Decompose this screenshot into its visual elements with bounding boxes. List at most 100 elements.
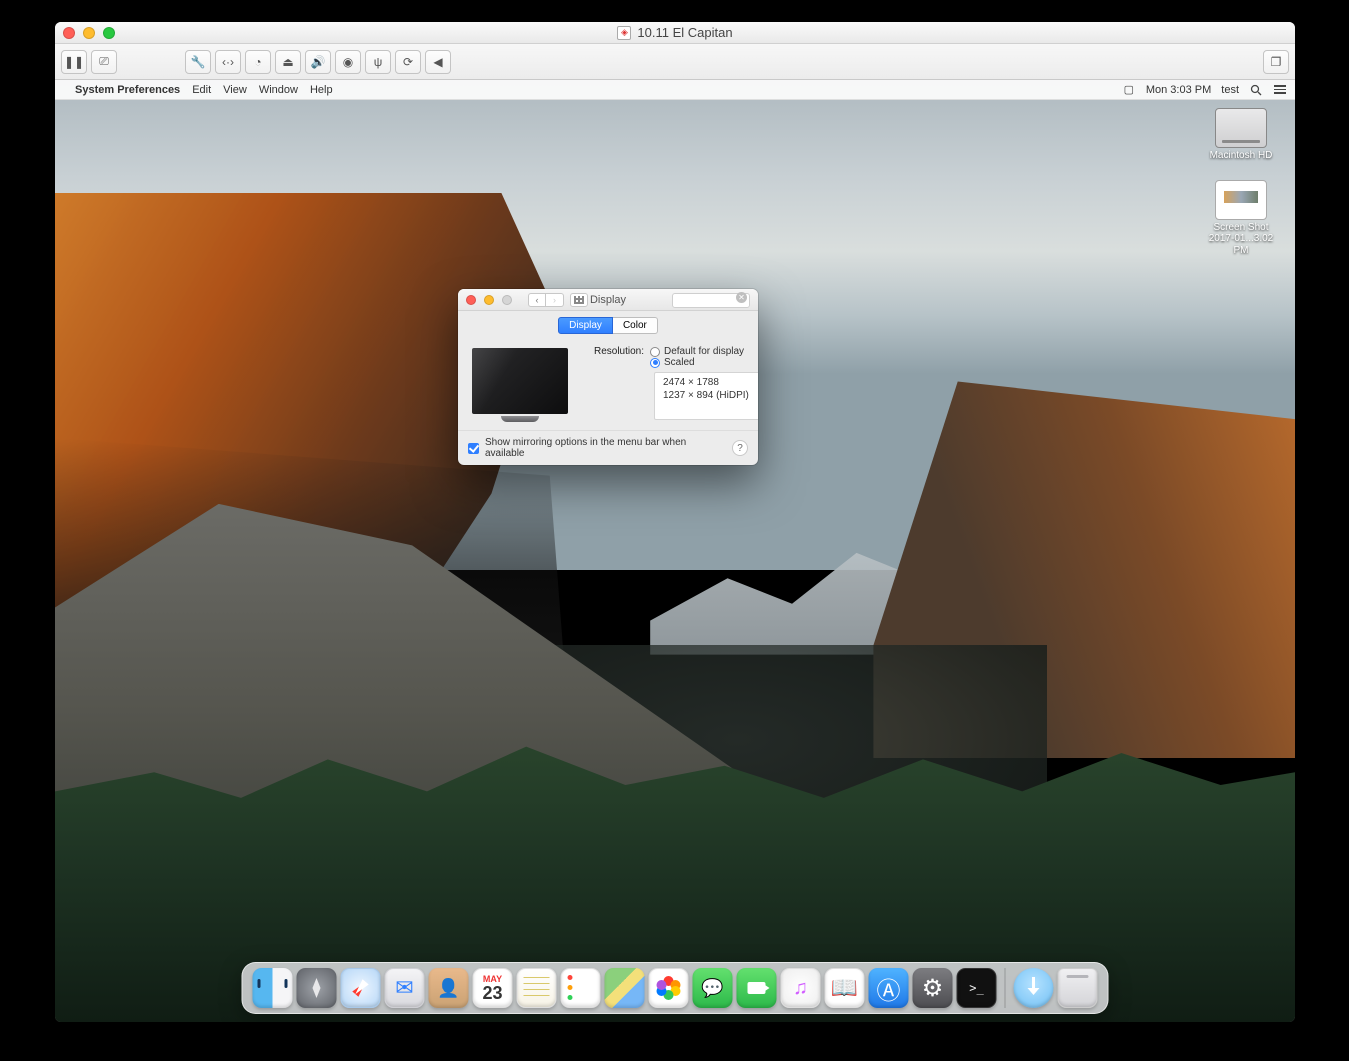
sound-button[interactable]: 🔊 — [305, 50, 331, 74]
resolution-settings: Resolution: Default for display Scaled — [582, 346, 758, 422]
snapshot-icon: ⎚ — [99, 54, 109, 69]
net-icon: ‹·› — [222, 55, 234, 69]
pause-button[interactable]: ❚❚ — [61, 50, 87, 74]
back-icon: ◀ — [433, 55, 442, 69]
dock: ✉︎ 👤 MAY 23 💬 ♫ 📖 — [242, 962, 1109, 1014]
notification-center-icon[interactable] — [1273, 84, 1287, 96]
menubar-clock[interactable]: Mon 3:03 PM — [1146, 84, 1211, 96]
dock-calendar[interactable]: MAY 23 — [473, 968, 513, 1008]
dock-safari[interactable] — [341, 968, 381, 1008]
hd-icon — [1215, 108, 1267, 148]
dock-itunes[interactable]: ♫ — [781, 968, 821, 1008]
mirror-checkbox[interactable] — [468, 443, 479, 454]
resolution-label: Resolution: — [582, 346, 644, 357]
radio-icon — [650, 347, 660, 357]
dock-terminal[interactable]: >_ — [957, 968, 997, 1008]
mirror-label: Show mirroring options in the menu bar w… — [485, 437, 726, 459]
calendar-day: 23 — [482, 984, 502, 1002]
tab-display[interactable]: Display — [558, 317, 613, 334]
monitor-icon — [472, 348, 568, 414]
disk-icon: ◔ — [254, 55, 261, 69]
ibooks-icon: 📖 — [831, 975, 858, 1001]
menu-window[interactable]: Window — [259, 84, 298, 96]
resolution-option[interactable]: 2474 × 1788 — [655, 376, 758, 389]
desktop-icon-screenshot[interactable]: Screen Shot 2017-01...3.02 PM — [1201, 180, 1281, 257]
vm-window: ◈ 10.11 El Capitan ❚❚ ⎚ 🔧 ‹·› ◔ ⏏ 🔊 ◉ ψ … — [55, 22, 1295, 1022]
lock-icon: ⏏ — [282, 55, 293, 69]
usb-button[interactable]: ψ — [365, 50, 391, 74]
zoom-icon[interactable] — [103, 27, 115, 39]
gear-icon: ⚙ — [922, 974, 944, 1003]
search-wrap: ✕ — [672, 291, 750, 309]
menu-view[interactable]: View — [223, 84, 247, 96]
radio-icon — [650, 358, 660, 368]
dock-contacts[interactable]: 👤 — [429, 968, 469, 1008]
screenshot-label: Screen Shot 2017-01...3.02 PM — [1201, 222, 1281, 257]
close-icon[interactable] — [63, 27, 75, 39]
resolution-list: 2474 × 1788 1237 × 894 (HiDPI) — [654, 372, 758, 420]
disk-button[interactable]: ◔ — [245, 50, 271, 74]
dock-ibooks[interactable]: 📖 — [825, 968, 865, 1008]
dock-launchpad[interactable] — [297, 968, 337, 1008]
fusion-icon: ◈ — [617, 26, 631, 40]
prefs-titlebar: ‹ › Display ✕ — [458, 289, 758, 311]
dock-trash[interactable] — [1058, 968, 1098, 1008]
sync-button[interactable]: ⟳ — [395, 50, 421, 74]
settings-button[interactable]: 🔧 — [185, 50, 211, 74]
screenshot-icon — [1215, 180, 1267, 220]
menu-edit[interactable]: Edit — [192, 84, 211, 96]
snapshot-button[interactable]: ⎚ — [91, 50, 117, 74]
network-button[interactable]: ‹·› — [215, 50, 241, 74]
dock-reminders[interactable] — [561, 968, 601, 1008]
airplay-icon[interactable]: ▢ — [1122, 84, 1136, 96]
prefs-body: Resolution: Default for display Scaled — [458, 338, 758, 430]
contacts-icon: 👤 — [437, 978, 459, 999]
wallpaper — [55, 80, 1295, 1022]
dock-photos[interactable] — [649, 968, 689, 1008]
spotlight-icon[interactable] — [1249, 84, 1263, 96]
radio-scaled-label: Scaled — [664, 357, 695, 368]
dock-mail[interactable]: ✉︎ — [385, 968, 425, 1008]
guest-screen: System Preferences Edit View Window Help… — [55, 80, 1295, 1022]
dock-separator — [1005, 968, 1006, 1008]
display-prefs-window: ‹ › Display ✕ Display Color — [458, 289, 758, 465]
menubar-user[interactable]: test — [1221, 84, 1239, 96]
back-button[interactable]: ◀ — [425, 50, 451, 74]
vm-titlebar: ◈ 10.11 El Capitan — [55, 22, 1295, 44]
camera-button[interactable]: ◉ — [335, 50, 361, 74]
help-button[interactable]: ? — [732, 440, 748, 456]
dock-downloads[interactable] — [1014, 968, 1054, 1008]
sync-icon: ⟳ — [403, 55, 413, 69]
dock-messages[interactable]: 💬 — [693, 968, 733, 1008]
dock-finder[interactable] — [253, 968, 293, 1008]
dock-facetime[interactable] — [737, 968, 777, 1008]
clear-search-button[interactable]: ✕ — [736, 292, 747, 303]
menu-help[interactable]: Help — [310, 84, 333, 96]
appstore-icon: Ⓐ — [877, 971, 901, 1006]
dock-appstore[interactable]: Ⓐ — [869, 968, 909, 1008]
view-button[interactable]: ❐ — [1263, 50, 1289, 74]
radio-default[interactable]: Default for display — [650, 346, 758, 357]
app-menu[interactable]: System Preferences — [75, 84, 180, 96]
camera-icon: ◉ — [343, 55, 353, 69]
dock-notes[interactable] — [517, 968, 557, 1008]
lock-button[interactable]: ⏏ — [275, 50, 301, 74]
usb-icon: ψ — [374, 55, 383, 69]
dock-maps[interactable] — [605, 968, 645, 1008]
pause-icon: ❚❚ — [64, 55, 84, 69]
hd-label: Macintosh HD — [1210, 150, 1273, 162]
radio-default-label: Default for display — [664, 346, 744, 357]
guest-menubar: System Preferences Edit View Window Help… — [55, 80, 1295, 100]
photos-icon — [657, 976, 681, 1000]
resolution-option[interactable]: 1237 × 894 (HiDPI) — [655, 389, 758, 402]
compass-icon — [352, 979, 368, 996]
dock-sysprefs[interactable]: ⚙ — [913, 968, 953, 1008]
messages-icon: 💬 — [701, 978, 723, 999]
minimize-icon[interactable] — [83, 27, 95, 39]
prefs-tabs: Display Color — [458, 311, 758, 338]
radio-scaled[interactable]: Scaled — [650, 357, 758, 368]
desktop-icons: Macintosh HD Screen Shot 2017-01...3.02 … — [1201, 108, 1281, 256]
desktop-icon-hd[interactable]: Macintosh HD — [1201, 108, 1281, 162]
monitor-wrap — [472, 346, 568, 422]
tab-color[interactable]: Color — [613, 317, 658, 334]
